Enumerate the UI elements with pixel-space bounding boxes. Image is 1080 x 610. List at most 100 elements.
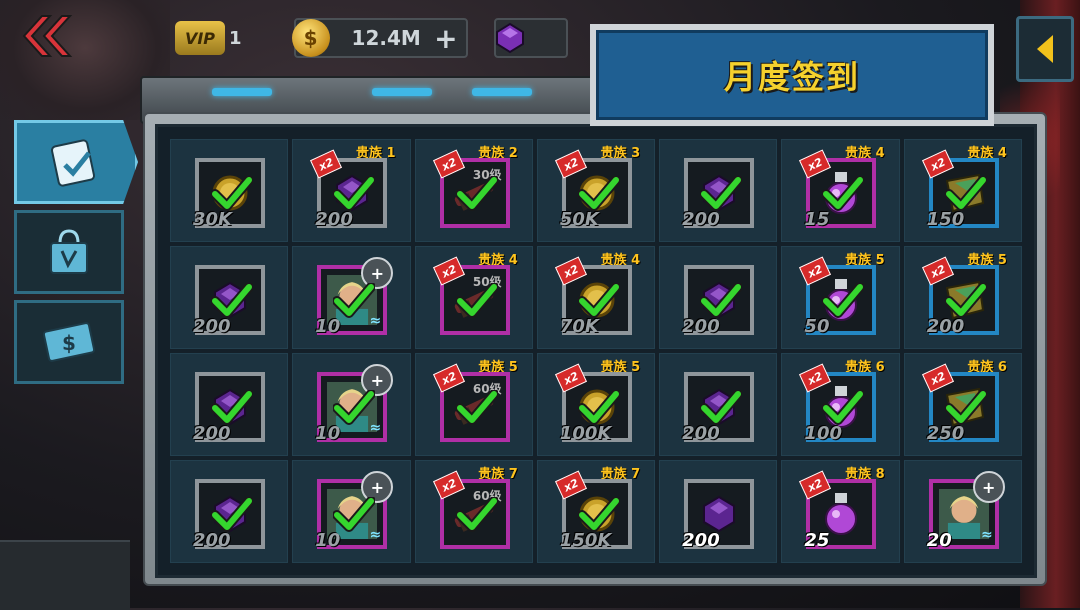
reward-cell[interactable]: 贵族 4 x2 70K — [536, 246, 656, 349]
reward-item[interactable]: 50级 x2 — [432, 256, 510, 335]
reward-item[interactable]: 200 — [193, 479, 265, 551]
coin-icon: $ — [291, 19, 330, 57]
claimed-check-icon — [700, 283, 743, 318]
reward-item[interactable]: x2 50K — [554, 149, 632, 230]
reward-cell[interactable]: 贵族 6 x2 100 — [781, 353, 900, 456]
reward-item[interactable]: 200 — [682, 265, 755, 337]
claimed-check-icon — [455, 497, 498, 532]
reward-item[interactable]: 200 — [193, 265, 265, 337]
back-button[interactable] — [18, 12, 74, 60]
reward-cell[interactable]: 200 — [659, 139, 778, 242]
reward-cell[interactable]: 贵族 7 60级 x2 — [414, 460, 533, 563]
reward-cell[interactable]: 30K — [170, 139, 289, 242]
reward-cell[interactable]: 200 — [170, 460, 289, 563]
reward-item[interactable]: x2 15 — [799, 149, 877, 230]
reward-cell[interactable]: 贵族 5 x2 50 — [781, 246, 900, 349]
reward-item[interactable]: x2 70K — [554, 256, 632, 337]
reward-item[interactable]: 200 — [682, 479, 755, 551]
tab-cash[interactable]: $ — [14, 300, 124, 384]
reward-item[interactable]: x2 100K — [554, 363, 632, 444]
cash-icon: $ — [42, 322, 96, 362]
claimed-check-icon — [333, 497, 376, 532]
reward-item[interactable]: 30级 x2 — [432, 149, 510, 228]
side-tabs: $ — [14, 120, 138, 390]
reward-item[interactable]: 200 — [682, 372, 755, 444]
claimed-check-icon — [822, 283, 865, 318]
reward-quantity: 200 — [193, 316, 231, 337]
led-light — [472, 88, 532, 96]
reward-cell[interactable]: 贵族 4 x2 15 — [781, 139, 900, 242]
reward-item[interactable]: 30K — [193, 158, 265, 230]
reward-item[interactable]: x2 200 — [921, 256, 999, 337]
reward-quantity: 10 — [315, 530, 341, 551]
reward-item[interactable]: + ≈10 — [315, 364, 394, 444]
reward-cell[interactable]: 贵族 5 60级 x2 — [414, 353, 533, 456]
top-resource-bar: VIP 1 $ 12.4M + — [175, 18, 568, 58]
gem-counter — [493, 18, 568, 58]
reward-item[interactable]: x2 250 — [921, 363, 999, 444]
reward-item[interactable]: x2 200 — [310, 149, 388, 230]
checkin-panel: 30K 贵族 1 x2 200 贵族 2 30级 x2 贵族 3 x2 50K 200 贵族 4 x2 1… — [143, 112, 1047, 586]
coin-counter: $ 12.4M + — [291, 18, 468, 58]
claimed-check-icon — [211, 390, 253, 425]
reward-cell[interactable]: + ≈20 — [903, 460, 1022, 563]
reward-cell[interactable]: 贵族 5 x2 200 — [903, 246, 1022, 349]
claimed-check-icon — [822, 390, 865, 425]
claimed-check-icon — [700, 390, 743, 425]
reward-item[interactable]: x2 100 — [799, 363, 877, 444]
reward-quantity: 200 — [193, 423, 231, 444]
reward-item[interactable]: x2 150 — [921, 149, 999, 230]
reward-cell[interactable]: 贵族 4 x2 150 — [903, 139, 1022, 242]
reward-item[interactable]: 60级 x2 — [432, 470, 510, 549]
add-coins-button[interactable]: + — [434, 22, 457, 55]
reward-cell[interactable]: + ≈10 — [292, 460, 411, 563]
reward-item[interactable]: + ≈20 — [927, 471, 1005, 551]
reward-cell[interactable]: 贵族 2 30级 x2 — [414, 139, 533, 242]
claimed-check-icon — [455, 176, 498, 211]
reward-quantity: 30K — [193, 209, 232, 230]
reward-cell[interactable]: 贵族 1 x2 200 — [292, 139, 411, 242]
claimed-check-icon — [577, 390, 620, 425]
title-banner: 月度签到 — [590, 24, 994, 126]
tab-checkin[interactable] — [14, 120, 138, 204]
reward-cell[interactable]: 200 — [170, 353, 289, 456]
reward-quantity: 200 — [193, 530, 231, 551]
claimed-check-icon — [944, 390, 987, 425]
claimed-check-icon — [944, 283, 987, 318]
arrow-left-icon — [1037, 35, 1053, 63]
vip-badge[interactable]: VIP 1 — [175, 21, 242, 55]
reward-cell[interactable]: 200 — [659, 460, 778, 563]
led-light — [212, 88, 272, 96]
reward-item[interactable]: x2 150K — [554, 470, 632, 551]
reward-cell[interactable]: + ≈10 — [292, 353, 411, 456]
reward-cell[interactable]: 贵族 4 50级 x2 — [414, 246, 533, 349]
reward-cell[interactable]: 贵族 7 x2 150K — [536, 460, 656, 563]
reward-cell[interactable]: 200 — [659, 246, 778, 349]
puzzle-piece-icon: + — [972, 471, 1005, 503]
reward-item[interactable]: x2 25 — [799, 470, 877, 551]
reward-cell[interactable]: 贵族 3 x2 50K — [536, 139, 656, 242]
reward-item[interactable]: 60级 x2 — [432, 363, 510, 442]
reward-quantity: 200 — [926, 316, 965, 337]
reward-cell[interactable]: 200 — [170, 246, 289, 349]
reward-cell[interactable]: 贵族 6 x2 250 — [903, 353, 1022, 456]
calendar-check-icon — [50, 139, 96, 187]
reward-item[interactable]: + ≈10 — [315, 257, 394, 337]
reward-cell[interactable]: 贵族 8 x2 25 — [781, 460, 900, 563]
reward-quantity: 70K — [559, 316, 599, 337]
claimed-check-icon — [944, 176, 987, 211]
coin-amount: 12.4M — [351, 26, 421, 50]
reward-cell[interactable]: 200 — [659, 353, 778, 456]
reward-item[interactable]: 200 — [193, 372, 265, 444]
reward-item[interactable]: x2 50 — [799, 256, 877, 337]
vip-level: 1 — [229, 27, 242, 49]
reward-item[interactable]: 200 — [682, 158, 755, 230]
side-panel-toggle[interactable] — [1016, 16, 1074, 82]
tab-shop[interactable] — [14, 210, 124, 294]
reward-cell[interactable]: + ≈10 — [292, 246, 411, 349]
reward-item[interactable]: + ≈10 — [315, 471, 394, 551]
vip-icon: VIP — [175, 21, 225, 55]
reward-cell[interactable]: 贵族 5 x2 100K — [536, 353, 656, 456]
reward-quantity: 200 — [682, 209, 720, 230]
page-title: 月度签到 — [723, 58, 860, 96]
